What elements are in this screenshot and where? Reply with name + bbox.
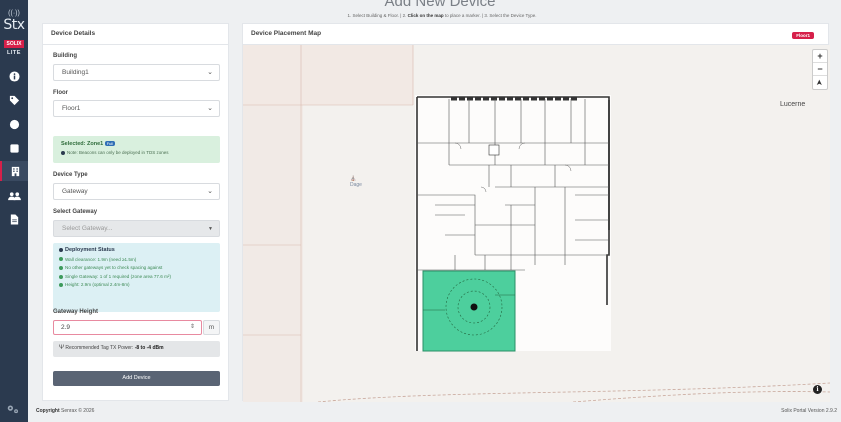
logo-signal-icon: ((·)) bbox=[8, 10, 20, 17]
gateway-placeholder: Select Gateway... bbox=[62, 225, 113, 232]
square-icon bbox=[9, 143, 19, 153]
check-icon bbox=[59, 274, 63, 279]
map-poi: ⛪ Dage bbox=[350, 176, 362, 188]
gateway-height-input[interactable]: 2.9 ⇕ bbox=[53, 320, 202, 335]
device-details-heading: Device Details bbox=[43, 24, 228, 45]
info-dot-icon bbox=[61, 150, 65, 155]
status-line: Height: 2.9m (optimal 2.4m-8m) bbox=[65, 282, 130, 288]
zone-tag: Full bbox=[104, 141, 116, 146]
floor-badge: Floor1 bbox=[792, 32, 814, 39]
chevron-down-icon: ⌄ bbox=[207, 69, 213, 76]
device-type-value: Gateway bbox=[62, 188, 88, 195]
zoom-in-button[interactable]: + bbox=[813, 50, 827, 63]
map-info-icon[interactable]: i bbox=[813, 385, 822, 394]
chevron-down-icon: ▼ bbox=[208, 226, 213, 232]
tx-power-recommendation: Ψ Recommended Tag TX Power: -8 to -4 dBm bbox=[53, 341, 220, 357]
chevron-down-icon: ⌄ bbox=[207, 105, 213, 112]
building-select[interactable]: Building1 ⌄ bbox=[53, 64, 220, 81]
device-type-select[interactable]: Gateway ⌄ bbox=[53, 183, 220, 200]
building-value: Building1 bbox=[62, 69, 89, 76]
poi-label: Dage bbox=[350, 182, 362, 188]
floor-label: Floor bbox=[53, 90, 68, 96]
height-unit: m bbox=[203, 320, 220, 335]
selected-zone-alert: Selected: Zone1 Full Note: Beacons can o… bbox=[53, 136, 220, 163]
chevron-down-icon: ⌄ bbox=[207, 188, 213, 195]
sidebar-item-buildings[interactable] bbox=[0, 161, 28, 181]
compass-button[interactable]: ➤ bbox=[814, 76, 827, 90]
device-type-label: Device Type bbox=[53, 172, 88, 178]
zone-note: Note: Beacons can only be deployed in TD… bbox=[67, 150, 169, 155]
sidebar-item-settings[interactable] bbox=[6, 402, 20, 420]
sidebar: ((·)) Stx SOLIX LITE bbox=[0, 0, 28, 422]
sidebar-item-circle[interactable] bbox=[0, 114, 28, 134]
logo-badge: SOLIX bbox=[4, 40, 24, 48]
selected-zone: Zone1 bbox=[86, 141, 104, 147]
check-icon bbox=[59, 283, 63, 288]
placement-map[interactable]: ⛪ Dage Lucerne + − ➤ i bbox=[243, 45, 830, 402]
status-line: Wall clearance: 1.9m (need ≥1.5m) bbox=[65, 256, 137, 262]
check-icon bbox=[59, 257, 63, 262]
tx-label: Recommended Tag TX Power: bbox=[65, 345, 135, 351]
status-dot-icon bbox=[59, 247, 63, 252]
floor-select[interactable]: Floor1 ⌄ bbox=[53, 100, 220, 117]
status-line: No other gateways yet to check spacing a… bbox=[65, 265, 163, 271]
gateway-height-value: 2.9 bbox=[61, 324, 71, 331]
logo-sub: LITE bbox=[7, 50, 21, 56]
select-gateway-label: Select Gateway bbox=[53, 209, 98, 215]
copyright: Copyright Senrax © 2026 bbox=[36, 408, 95, 414]
selected-label: Selected: bbox=[61, 141, 87, 147]
users-icon bbox=[7, 191, 21, 200]
map-heading: Device Placement Map Floor1 bbox=[243, 24, 828, 45]
stepper-icon[interactable]: ⇕ bbox=[190, 323, 195, 330]
floor-plan[interactable] bbox=[415, 95, 615, 355]
map-panel: Device Placement Map Floor1 ⛪ Dage Lucer… bbox=[242, 23, 830, 402]
sidebar-item-tags[interactable] bbox=[0, 90, 28, 110]
add-device-button[interactable]: Add Device bbox=[53, 371, 220, 386]
device-details-panel: Device Details Building Building1 ⌄ Floo… bbox=[42, 23, 229, 401]
logo-text: Stx bbox=[3, 17, 25, 33]
antenna-icon: Ψ bbox=[59, 345, 65, 351]
info-icon bbox=[8, 70, 20, 82]
city-label: Lucerne bbox=[780, 101, 806, 108]
sidebar-item-documents[interactable] bbox=[0, 209, 28, 229]
zoom-out-button[interactable]: − bbox=[813, 63, 827, 76]
deployment-status-title: Deployment Status bbox=[65, 247, 115, 253]
document-icon bbox=[10, 213, 18, 225]
settings-icon bbox=[7, 405, 18, 414]
building-icon bbox=[11, 166, 19, 176]
version-label: Solix Portal Version 2.9.2 bbox=[781, 408, 837, 414]
status-line: Single Gateway: 1 of 1 required (zone ar… bbox=[65, 273, 171, 279]
page-instructions: 1. Select Building & Floor. | 2. Click o… bbox=[347, 13, 537, 18]
floor-value: Floor1 bbox=[62, 105, 81, 112]
circle-icon bbox=[9, 119, 19, 129]
sidebar-item-info[interactable] bbox=[0, 66, 28, 86]
gateway-height-label: Gateway Height bbox=[53, 309, 99, 315]
page-title: Add New Device bbox=[384, 0, 496, 10]
check-icon bbox=[59, 265, 63, 270]
gateway-select[interactable]: Select Gateway... ▼ bbox=[53, 220, 220, 237]
tx-value: -8 to -4 dBm bbox=[134, 345, 164, 351]
building-label: Building bbox=[53, 53, 77, 59]
map-heading-text: Device Placement Map bbox=[251, 30, 322, 37]
sidebar-item-square[interactable] bbox=[0, 138, 28, 158]
zoom-controls: + − ➤ bbox=[812, 49, 828, 90]
sidebar-item-users[interactable] bbox=[0, 186, 28, 206]
tag-icon bbox=[9, 95, 19, 105]
deployment-status: Deployment Status Wall clearance: 1.9m (… bbox=[53, 243, 220, 312]
